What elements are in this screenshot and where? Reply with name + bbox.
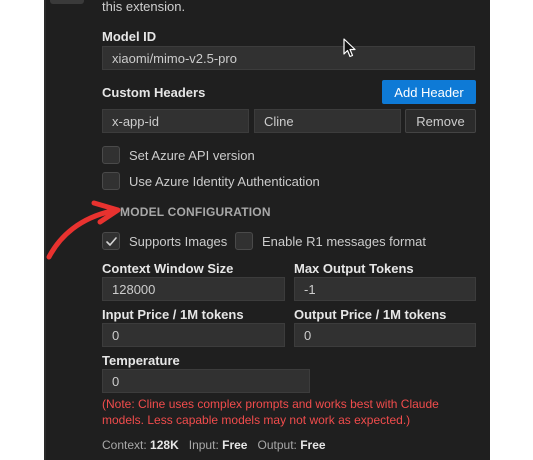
output-summary-value: Free xyxy=(300,438,326,452)
header-key-value: x-app-id xyxy=(112,113,159,129)
header-value-input[interactable]: Cline xyxy=(254,109,401,133)
panel-border xyxy=(44,0,46,460)
remove-header-button[interactable]: Remove xyxy=(405,109,476,133)
model-warning-note: (Note: Cline uses complex prompts and wo… xyxy=(102,397,439,427)
model-id-value: xiaomi/mimo-v2.5-pro xyxy=(112,50,237,66)
input-summary-label: Input: xyxy=(188,438,219,452)
input-price-input[interactable]: 0 xyxy=(102,323,285,347)
input-price-value: 0 xyxy=(112,327,120,343)
context-window-value: 128000 xyxy=(112,281,156,297)
azure-identity-auth-label: Use Azure Identity Authentication xyxy=(129,174,320,189)
custom-headers-label: Custom Headers xyxy=(102,85,206,100)
model-id-label: Model ID xyxy=(102,29,157,44)
max-output-input[interactable]: -1 xyxy=(294,277,476,301)
supports-images-label: Supports Images xyxy=(129,234,228,249)
header-value-value: Cline xyxy=(264,113,294,129)
azure-api-version-label: Set Azure API version xyxy=(129,148,255,163)
context-window-label: Context Window Size xyxy=(102,261,234,276)
temperature-label: Temperature xyxy=(102,353,180,368)
output-price-label: Output Price / 1M tokens xyxy=(294,307,447,322)
azure-identity-auth-checkbox[interactable] xyxy=(102,172,120,190)
supports-images-checkbox[interactable] xyxy=(102,232,120,250)
model-configuration-header[interactable]: MODEL CONFIGURATION xyxy=(120,205,271,219)
extension-description-tail: this extension. xyxy=(102,0,186,14)
panel-tab-stub xyxy=(50,0,84,4)
mouse-pointer-icon xyxy=(343,38,356,58)
pricing-summary: Context: 128K Input: Free Output: Free xyxy=(102,438,326,452)
model-id-input[interactable]: xiaomi/mimo-v2.5-pro xyxy=(102,46,475,70)
input-summary-value: Free xyxy=(222,438,248,452)
input-price-label: Input Price / 1M tokens xyxy=(102,307,244,322)
output-price-value: 0 xyxy=(304,327,312,343)
checkmark-icon xyxy=(105,236,117,246)
temperature-value: 0 xyxy=(112,373,120,389)
output-price-input[interactable]: 0 xyxy=(294,323,476,347)
output-summary-label: Output: xyxy=(257,438,297,452)
context-summary-value: 128K xyxy=(150,438,179,452)
r1-format-checkbox[interactable] xyxy=(235,232,253,250)
context-window-input[interactable]: 128000 xyxy=(102,277,285,301)
context-summary-label: Context: xyxy=(102,438,147,452)
azure-api-version-checkbox[interactable] xyxy=(102,146,120,164)
r1-format-label: Enable R1 messages format xyxy=(262,234,427,249)
temperature-input[interactable]: 0 xyxy=(102,369,310,393)
max-output-label: Max Output Tokens xyxy=(294,261,414,276)
max-output-value: -1 xyxy=(304,281,316,297)
header-key-input[interactable]: x-app-id xyxy=(102,109,249,133)
add-header-button[interactable]: Add Header xyxy=(382,80,476,104)
